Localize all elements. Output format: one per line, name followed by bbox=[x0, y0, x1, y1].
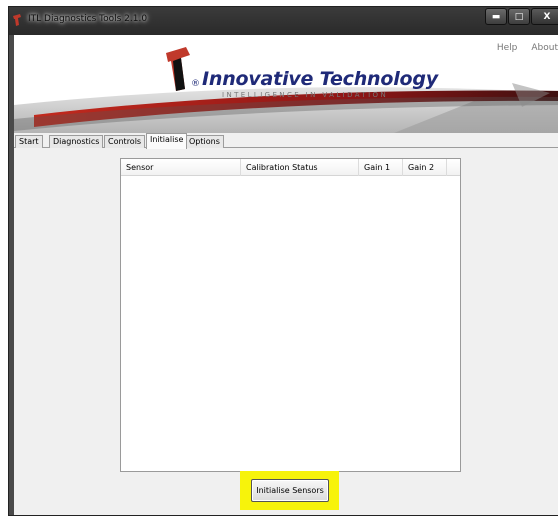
column-sensor[interactable]: Sensor bbox=[121, 159, 241, 176]
tab-diagnostics[interactable]: Diagnostics bbox=[49, 135, 104, 148]
close-button[interactable]: X bbox=[531, 8, 558, 25]
about-link[interactable]: About bbox=[531, 43, 558, 53]
window-title: ITL Diagnostics Tools 2.1.0 bbox=[28, 14, 148, 24]
brand-tagline: INTELLIGENCE IN VALIDATION bbox=[222, 91, 389, 99]
app-window: ITL Diagnostics Tools 2.1.0 ▬ □ X ® Inno… bbox=[8, 6, 558, 516]
window-controls: ▬ □ X bbox=[484, 8, 558, 25]
initialise-sensors-button[interactable]: Initialise Sensors bbox=[251, 479, 329, 502]
tab-strip: Start Diagnostics Controls Initialise Op… bbox=[14, 133, 558, 149]
minimize-button[interactable]: ▬ bbox=[485, 8, 507, 25]
initialise-panel: Sensor Calibration Status Gain 1 Gain 2 … bbox=[14, 148, 558, 515]
help-link[interactable]: Help bbox=[497, 43, 518, 53]
header-banner: ® Innovative Technology INTELLIGENCE IN … bbox=[14, 35, 558, 133]
maximize-button[interactable]: □ bbox=[508, 8, 530, 25]
tab-initialise[interactable]: Initialise bbox=[146, 133, 188, 149]
sensor-list[interactable]: Sensor Calibration Status Gain 1 Gain 2 bbox=[120, 158, 461, 472]
brand-name: Innovative Technology bbox=[202, 68, 438, 90]
app-logo-icon bbox=[13, 14, 21, 26]
column-gain-1[interactable]: Gain 1 bbox=[359, 159, 403, 176]
sensor-list-header: Sensor Calibration Status Gain 1 Gain 2 bbox=[121, 159, 460, 176]
column-calibration-status[interactable]: Calibration Status bbox=[241, 159, 359, 176]
column-gain-2[interactable]: Gain 2 bbox=[403, 159, 447, 176]
tab-controls[interactable]: Controls bbox=[104, 135, 146, 148]
tab-options[interactable]: Options bbox=[185, 135, 224, 148]
registered-mark: ® bbox=[191, 79, 200, 89]
title-bar[interactable]: ITL Diagnostics Tools 2.1.0 ▬ □ X bbox=[9, 7, 558, 35]
client-area: ® Innovative Technology INTELLIGENCE IN … bbox=[14, 35, 558, 515]
header-links: Help About bbox=[497, 43, 558, 53]
tab-start[interactable]: Start bbox=[15, 135, 43, 148]
